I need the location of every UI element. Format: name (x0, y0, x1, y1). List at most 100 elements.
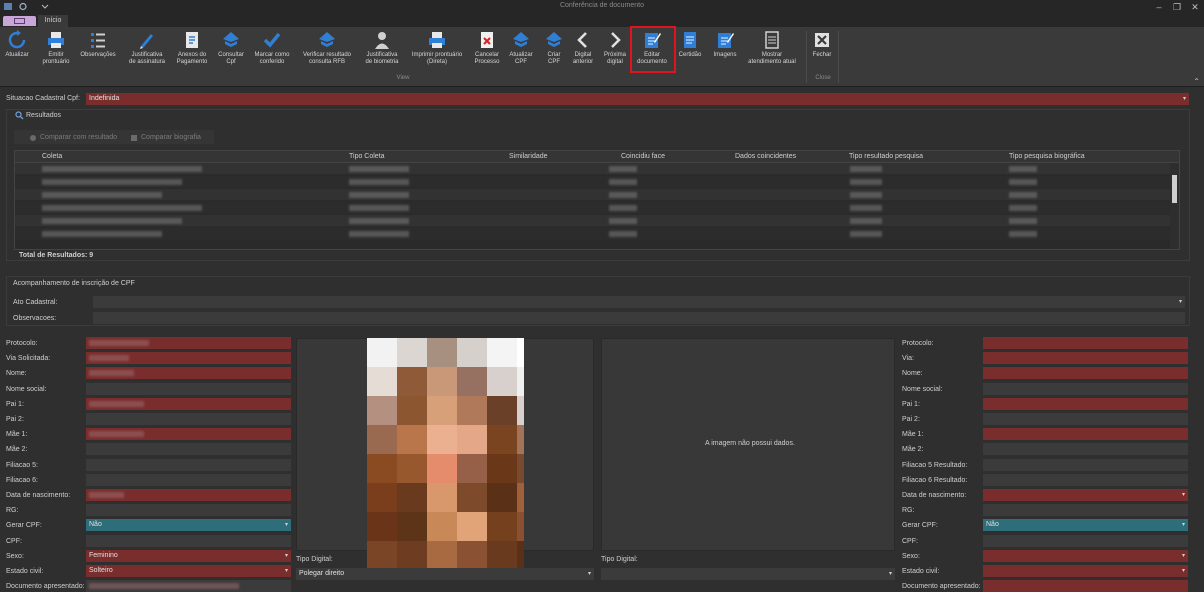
ribbon-button-just-biometria[interactable]: Justificativa de biometria (361, 30, 403, 74)
ribbon-button-anexos[interactable]: Anexos do Pagamento (173, 30, 211, 74)
field-nome[interactable] (86, 367, 291, 380)
tab-inicio[interactable]: Início (38, 15, 68, 27)
file-tab[interactable] (3, 16, 36, 26)
ribbon-button-imprimir[interactable]: Imprimir prontuário (Direta) (406, 30, 468, 74)
ribbon-button-proxima-digital[interactable]: Próxima digital (602, 30, 628, 74)
ribbon-button-verificar[interactable]: Verificar resultado consulta RFB (299, 30, 355, 74)
field-nome_social[interactable] (86, 382, 291, 395)
field-mae2[interactable] (983, 443, 1188, 456)
ribbon-button-fechar[interactable]: Fechar (810, 30, 834, 74)
ribbon-button-atualizar-cpf[interactable]: Atualizar CPF (507, 30, 535, 74)
tipo-digital-select[interactable]: Polegar direito ▾ (296, 568, 594, 580)
col-similaridade[interactable]: Similaridade (509, 153, 548, 160)
table-row[interactable] (15, 163, 1170, 175)
scrollbar-thumb[interactable] (1172, 175, 1177, 203)
compare-biography-button[interactable]: Comparar biografia (141, 134, 201, 141)
field-gerar_cpf[interactable]: Não ▾ (983, 519, 1188, 532)
field-rg[interactable] (983, 504, 1188, 517)
field-gerar_cpf[interactable]: Não ▾ (86, 519, 291, 532)
field-mae1[interactable] (86, 428, 291, 441)
field-estado_civil[interactable]: Solteiro ▾ (86, 565, 291, 577)
field-filiacao6[interactable] (983, 473, 1188, 486)
tipo-digital-label: Tipo Digital: (296, 556, 333, 563)
label-protocolo: Protocolo: (902, 340, 934, 347)
photo-pixel (487, 454, 517, 484)
field-nome_social[interactable] (983, 382, 1188, 395)
field-filiacao5[interactable] (983, 458, 1188, 471)
field-protocolo[interactable] (86, 337, 291, 349)
redacted-value (89, 400, 144, 407)
ribbon-button-digital-anterior[interactable]: Digital anterior (570, 30, 596, 74)
ribbon-button-mostrar[interactable]: Mostrar atendimento atual (747, 30, 797, 74)
col-coincidiu-face[interactable]: Coincidiu face (621, 153, 665, 160)
field-pai1[interactable] (86, 397, 291, 410)
col-coleta[interactable]: Coleta (42, 153, 62, 160)
field-via[interactable] (983, 352, 1188, 365)
col-tipo-pesquisa[interactable]: Tipo pesquisa biográfica (1009, 153, 1085, 160)
field-cpf[interactable] (86, 534, 291, 547)
ribbon-button-label: prontuário (42, 59, 70, 65)
ribbon-button-just-assinatura[interactable]: Justificativa de assinatura (126, 30, 168, 74)
label-pai1: Pai 1: (902, 400, 920, 408)
ribbon-button-emitir[interactable]: Emitir prontuário (41, 30, 71, 74)
table-row[interactable] (15, 176, 1170, 188)
table-row[interactable] (15, 215, 1170, 227)
field-estado_civil[interactable]: ▾ (983, 565, 1188, 577)
chevron-right-icon (605, 30, 625, 50)
ribbon-button-cancelar[interactable]: Cancelar Processo (473, 30, 501, 74)
field-pai2[interactable] (983, 413, 1188, 425)
ribbon-button-marcar[interactable]: Marcar como conferido (250, 30, 294, 74)
field-nascimento[interactable] (86, 489, 291, 501)
tipo-digital-2-select[interactable]: ▾ (601, 568, 895, 580)
minimize-button[interactable]: – (1150, 1, 1168, 13)
observacoes-field[interactable] (93, 312, 1185, 324)
table-row[interactable] (15, 202, 1170, 214)
field-rg[interactable] (86, 504, 291, 517)
photo-pixel (367, 454, 397, 484)
redacted-cell (1009, 231, 1037, 237)
field-mae2[interactable] (86, 443, 291, 456)
situacao-field[interactable]: Indefinida ▾ (86, 93, 1189, 105)
field-documento[interactable] (86, 580, 291, 592)
ribbon-button-imagens[interactable]: Imagens (711, 30, 739, 74)
field-sexo[interactable]: ▾ (983, 549, 1188, 562)
field-pai2[interactable] (86, 413, 291, 425)
ribbon-button-consultar-cpf[interactable]: Consultar Cpf (216, 30, 246, 74)
table-row[interactable] (15, 189, 1170, 201)
ato-cadastral-field[interactable]: ▾ (93, 296, 1185, 308)
chevron-down-icon: ▾ (284, 568, 288, 574)
ribbon-button-label: Cpf (226, 59, 236, 65)
field-cpf[interactable] (983, 534, 1188, 547)
ribbon-button-label: anterior (572, 59, 594, 65)
field-protocolo[interactable] (983, 337, 1188, 349)
document-icon (680, 30, 700, 50)
situacao-label: Situacao Cadastral Cpf: (6, 95, 80, 102)
compare-result-button[interactable]: Comparar com resultado (40, 134, 117, 141)
resultados-header: Resultados (26, 112, 62, 119)
field-mae1[interactable] (983, 428, 1188, 441)
label-gerar_cpf: Gerar CPF: (6, 522, 42, 530)
grid-scrollbar[interactable] (1170, 163, 1179, 249)
col-tipo-resultado[interactable]: Tipo resultado pesquisa (849, 153, 923, 160)
collapse-ribbon-icon[interactable]: ⌃ (1193, 77, 1200, 86)
col-dados-coincidentes[interactable]: Dados coincidentes (735, 153, 796, 160)
ribbon-button-certidao[interactable]: Certidão (677, 30, 703, 74)
field-sexo[interactable]: Feminino ▾ (86, 549, 291, 562)
ribbon-button-label: Justificativa (131, 52, 163, 58)
field-nome[interactable] (983, 367, 1188, 380)
ribbon-button-criar-cpf[interactable]: Criar CPF (541, 30, 567, 74)
field-filiacao6[interactable] (86, 473, 291, 486)
redacted-cell (1009, 218, 1037, 224)
close-window-button[interactable]: ✕ (1186, 1, 1204, 13)
field-pai1[interactable] (983, 397, 1188, 410)
field-filiacao5[interactable] (86, 458, 291, 471)
photo-pixel (517, 483, 524, 513)
restore-button[interactable]: ❐ (1168, 1, 1186, 13)
field-documento[interactable] (983, 580, 1188, 592)
table-row[interactable] (15, 228, 1170, 240)
field-via[interactable] (86, 352, 291, 365)
field-nascimento[interactable]: ▾ (983, 489, 1188, 501)
ribbon-button-observacoes[interactable]: Observações (78, 30, 118, 74)
col-tipo-coleta[interactable]: Tipo Coleta (349, 153, 385, 160)
ribbon-button-atualizar[interactable]: Atualizar (4, 30, 30, 74)
